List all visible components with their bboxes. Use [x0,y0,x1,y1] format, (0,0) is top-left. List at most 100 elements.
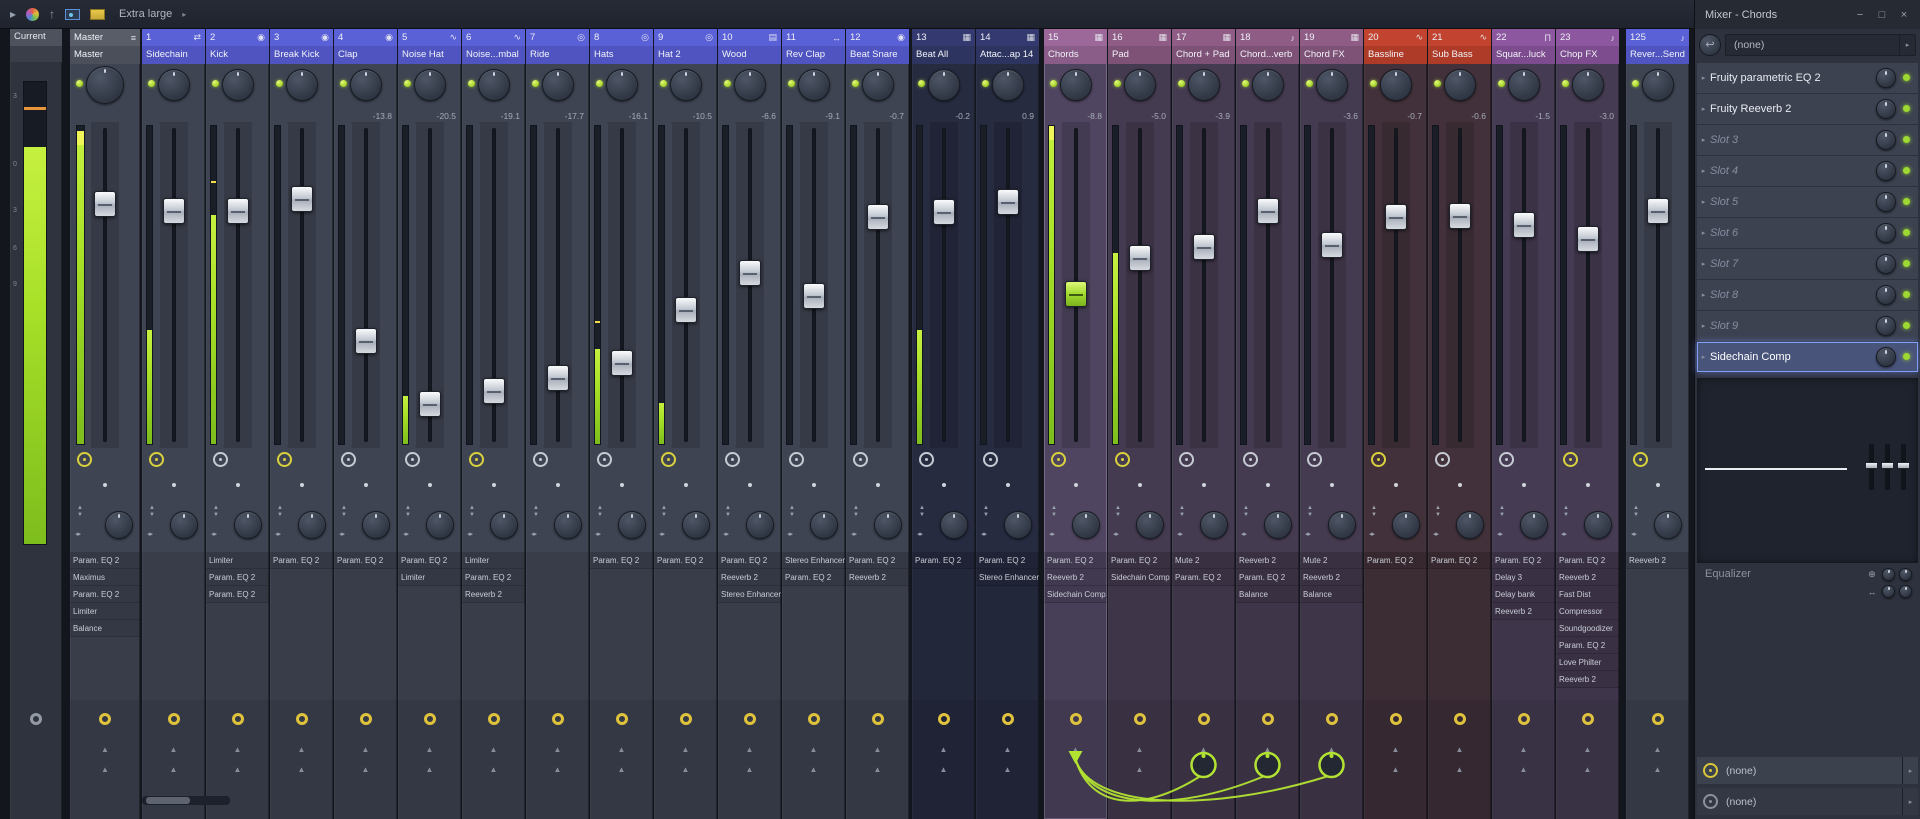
track-name[interactable]: Beat All [912,46,975,64]
track-number-row[interactable]: 4 ◉ [334,29,397,46]
slot-enable-led[interactable] [1903,136,1910,143]
send-arrow-bottom[interactable]: ▲ [618,765,626,775]
track-name[interactable]: Squar...luck [1492,46,1555,64]
mute-clock-icon[interactable] [853,452,868,467]
fx-slot-5[interactable]: ▸ Slot 5 [1697,187,1918,217]
audio-output-plug-icon[interactable] [743,713,756,725]
fx-slot-name[interactable]: Reeverb 2 [1556,569,1619,586]
track-name[interactable]: Noise...mbal [462,46,525,64]
fx-slot-name[interactable]: Balance [1236,586,1299,603]
record-arm-dot[interactable] [811,483,816,487]
send-arrow-top[interactable]: ▲ [746,745,754,755]
pan-knob[interactable] [1641,69,1674,101]
send-arrow-top[interactable]: ▲ [234,745,242,755]
slot-mix-knob[interactable] [1876,254,1896,274]
stereo-sep-knob[interactable] [1004,511,1032,539]
audio-output-plug-icon[interactable] [871,713,884,725]
mute-clock-icon[interactable] [1633,452,1648,467]
send-arrow-top[interactable]: ▲ [1392,745,1400,755]
pan-knob[interactable] [797,69,830,101]
stereo-sep-knob[interactable] [874,511,902,539]
fader-area[interactable] [1300,122,1363,448]
fader-handle[interactable] [1064,280,1087,307]
fx-slot-name[interactable]: Param. EQ 2 [590,552,653,569]
mute-clock-icon[interactable] [1307,452,1322,467]
mixer-track-19[interactable]: 19 ▦ Chord FX -3.6 ▲ ▼ ◂▸ Mute 2 Reeverb 2 Balanc… [1300,29,1363,819]
send-arrow-top[interactable]: ▲ [682,745,690,755]
mixer-track-18[interactable]: 18 ♪ Chord...verb ▲ ▼ ◂▸ Reeverb 2 Param. EQ 2B… [1236,29,1299,819]
fader-area[interactable] [142,122,205,448]
send-arrow-top[interactable]: ▲ [618,745,626,755]
fx-slot-name[interactable]: Reeverb 2 [1492,603,1555,620]
mute-clock-icon[interactable] [341,452,356,467]
audio-output-plug-icon[interactable] [937,713,950,725]
fader-area[interactable] [398,122,461,448]
slot-enable-led[interactable] [1903,105,1910,112]
send-arrow-bottom[interactable]: ▲ [362,765,370,775]
fx-slot-name[interactable]: Param. EQ 2 [1236,569,1299,586]
fx-slot-name[interactable]: Reeverb 2 [1044,569,1107,586]
maximize-button[interactable]: □ [1874,9,1890,21]
send-arrow-top[interactable]: ▲ [1004,745,1012,755]
send-arrow-top[interactable]: ▲ [426,745,434,755]
mute-clock-icon[interactable] [661,452,676,467]
record-arm-dot[interactable] [1137,483,1142,487]
pan-knob[interactable] [1571,69,1604,101]
mixer-track-5[interactable]: 5 ∿ Noise Hat -20.5 ▲ ▼ ◂▸ Param. EQ 2 Limiter ▲ ▲ [398,29,461,819]
fx-slot-name[interactable]: Limiter [206,552,269,569]
mixer-track-2[interactable]: 2 ◉ Kick ▲ ▼ ◂▸ Limiter Param. EQ 2 Param. EQ 2 ▲… [206,29,269,819]
fader-area[interactable] [526,122,589,448]
audio-output-plug-icon[interactable] [1133,713,1146,725]
mute-clock-icon[interactable] [1243,452,1258,467]
audio-output-plug-icon[interactable] [807,713,820,725]
stereo-sep-knob[interactable] [1264,511,1292,539]
horizontal-scrollbar[interactable] [142,796,230,805]
fader-handle[interactable] [1320,231,1343,258]
fader-area[interactable] [912,122,975,448]
send-arrow-top[interactable]: ▲ [1264,745,1272,755]
record-arm-dot[interactable] [1521,483,1526,487]
pan-knob[interactable] [413,69,446,101]
track-number-row[interactable]: 9 ◎ [654,29,717,46]
fader-area[interactable] [590,122,653,448]
mixer-track-4[interactable]: 4 ◉ Clap -13.8 ▲ ▼ ◂▸ Param. EQ 2 ▲ ▲ [334,29,397,819]
send-arrow-top[interactable]: ▲ [1584,745,1592,755]
track-name[interactable]: Pad [1108,46,1171,64]
fx-slot-name[interactable]: Compressor [1556,603,1619,620]
track-name[interactable]: Chord + Pad [1172,46,1235,64]
fx-slot-name[interactable]: Maximus [70,569,140,586]
pan-knob[interactable] [285,69,318,101]
fx-slot-name[interactable]: Param. EQ 2 [976,552,1039,569]
track-number-row[interactable]: 5 ∿ [398,29,461,46]
track-name[interactable]: Chop FX [1556,46,1619,64]
fx-slot-name[interactable]: Param. EQ 2 [1556,552,1619,569]
fader-handle[interactable] [674,296,697,323]
eq-q-knob[interactable] [1899,585,1912,598]
record-arm-dot[interactable] [1329,483,1334,487]
stereo-sep-knob[interactable] [490,511,518,539]
send-arrow-bottom[interactable]: ▲ [1136,765,1144,775]
track-number-row[interactable]: 21 ∿ [1428,29,1491,46]
fader-handle[interactable] [802,283,825,310]
stereo-sep-knob[interactable] [1200,511,1228,539]
record-arm-dot[interactable] [1655,483,1660,487]
audio-output-plug-icon[interactable] [99,713,111,725]
image-tool-icon[interactable] [65,8,81,20]
mute-clock-icon[interactable] [789,452,804,467]
record-arm-dot[interactable] [299,483,304,487]
stereo-sep-knob[interactable] [170,511,198,539]
track-number-row[interactable]: 12 ◉ [846,29,909,46]
fx-slot-10[interactable]: ▸ Sidechain Comp [1697,342,1918,372]
eq-width-knob[interactable] [1899,568,1912,581]
stereo-sep-knob[interactable] [1654,511,1682,539]
track-name[interactable]: Sub Bass [1428,46,1491,64]
fader-area[interactable] [782,122,845,448]
palette-tool-icon[interactable] [90,8,106,20]
mute-clock-icon[interactable] [533,452,548,467]
track-number-row[interactable]: 13 ▦ [912,29,975,46]
track-name[interactable]: Wood [718,46,781,64]
fader-area[interactable] [1364,122,1427,448]
track-name[interactable]: Beat Snare [846,46,909,64]
paint-tool-icon[interactable] [26,7,40,21]
pan-knob[interactable] [477,69,510,101]
